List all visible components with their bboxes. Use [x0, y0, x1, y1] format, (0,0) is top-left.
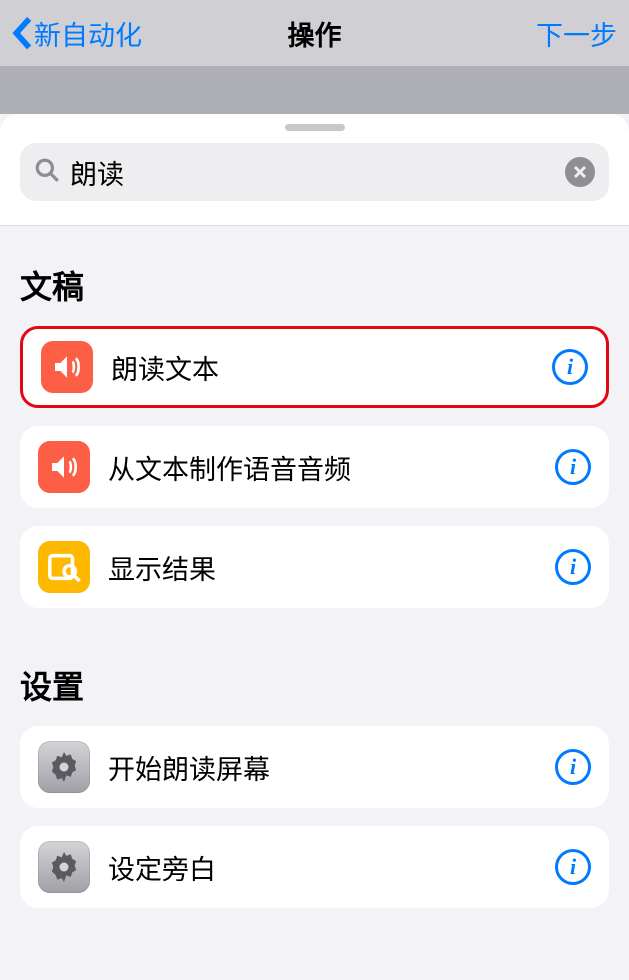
sheet-grabber[interactable] [285, 124, 345, 131]
section-header-documents: 文稿 [20, 226, 609, 326]
speaker-icon [41, 341, 93, 393]
action-row-speak-text[interactable]: 朗读文本 i [20, 326, 609, 408]
section-header-settings: 设置 [20, 626, 609, 726]
preview-icon [38, 541, 90, 593]
action-row-make-audio[interactable]: 从文本制作语音音频 i [20, 426, 609, 508]
gear-icon [38, 841, 90, 893]
next-button[interactable]: 下一步 [536, 14, 617, 53]
info-button[interactable]: i [555, 849, 591, 885]
info-button[interactable]: i [555, 449, 591, 485]
info-button[interactable]: i [555, 549, 591, 585]
action-label: 朗读文本 [111, 348, 552, 387]
clear-search-button[interactable] [565, 157, 595, 187]
back-button[interactable]: 新自动化 [12, 14, 142, 53]
chevron-left-icon [12, 16, 32, 50]
action-label: 开始朗读屏幕 [108, 748, 555, 787]
nav-title: 操作 [288, 14, 342, 53]
search-wrap [0, 143, 629, 226]
action-label: 从文本制作语音音频 [108, 448, 555, 487]
info-button[interactable]: i [552, 349, 588, 385]
results-content: 文稿 朗读文本 i 从文本制作语音音频 i 显示结果 i 设置 [0, 226, 629, 966]
search-box[interactable] [20, 143, 609, 201]
actions-sheet: 文稿 朗读文本 i 从文本制作语音音频 i 显示结果 i 设置 [0, 114, 629, 966]
gear-icon [38, 741, 90, 793]
back-label: 新自动化 [34, 14, 142, 53]
sheet-backdrop [0, 66, 629, 114]
action-label: 显示结果 [108, 548, 555, 587]
info-button[interactable]: i [555, 749, 591, 785]
search-input[interactable] [70, 157, 555, 188]
action-row-speak-screen[interactable]: 开始朗读屏幕 i [20, 726, 609, 808]
navigation-bar: 新自动化 操作 下一步 [0, 0, 629, 66]
action-label: 设定旁白 [108, 848, 555, 887]
search-icon [34, 157, 60, 188]
speaker-icon [38, 441, 90, 493]
action-row-show-result[interactable]: 显示结果 i [20, 526, 609, 608]
action-row-set-voiceover[interactable]: 设定旁白 i [20, 826, 609, 908]
